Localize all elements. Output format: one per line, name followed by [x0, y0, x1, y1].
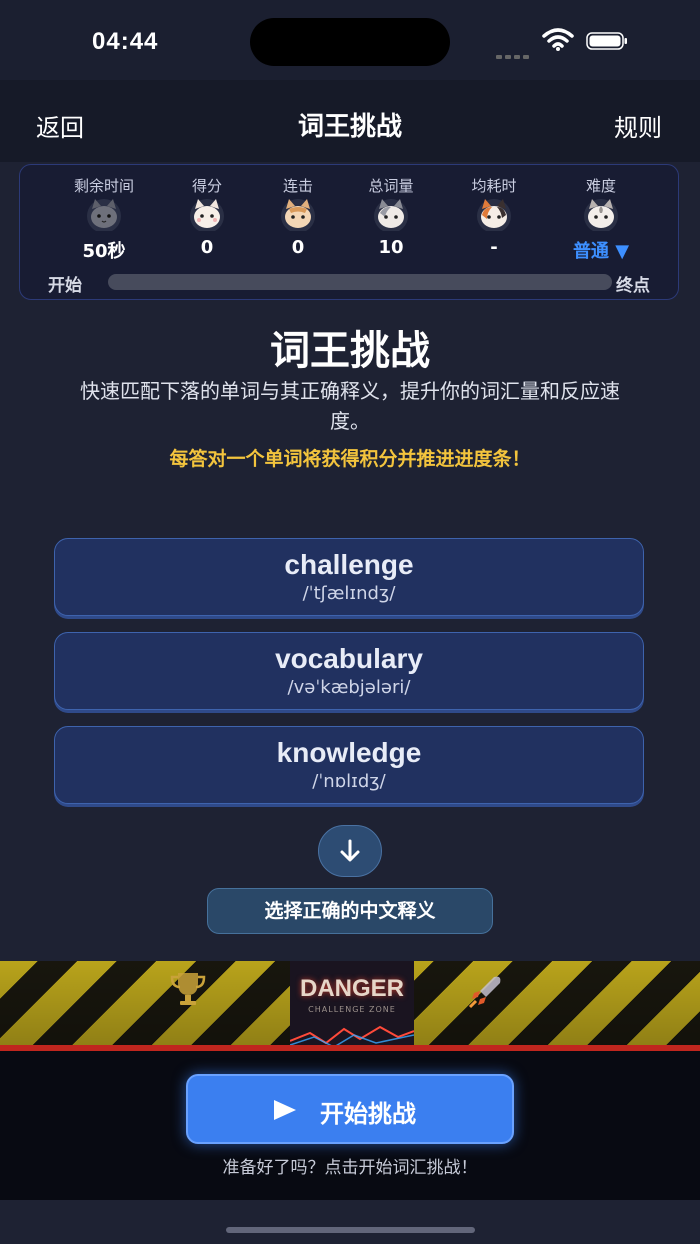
stat-value: 0 — [291, 237, 305, 258]
difficulty-dropdown[interactable]: 普通 ▼ — [551, 237, 651, 263]
stat-combo: 连击 0 — [248, 175, 348, 258]
arrow-down-icon — [340, 839, 360, 862]
dynamic-island — [250, 18, 450, 66]
word-phonetic: /ˈnɒlɪdʒ/ — [312, 771, 386, 792]
word-text: vocabulary — [275, 643, 423, 674]
stat-label: 总词量 — [368, 177, 414, 195]
start-hint: 准备好了吗？点击开始词汇挑战！ — [222, 1158, 478, 1178]
progress-end-label: 终点 — [616, 276, 650, 296]
stat-label: 得分 — [191, 177, 222, 195]
hero-title: 词王挑战 — [270, 328, 430, 374]
stat-label: 难度 — [585, 177, 616, 195]
nav-bar: 返回 词王挑战 规则 — [0, 80, 700, 162]
word-card[interactable]: challenge /ˈtʃælɪndʒ/ — [54, 538, 644, 616]
select-meaning-button[interactable]: 选择正确的中文释义 — [207, 888, 493, 934]
cat-gray-icon — [87, 199, 121, 233]
stat-label: 连击 — [282, 177, 313, 195]
stat-label: 剩余时间 — [73, 177, 134, 195]
word-phonetic: /ˈtʃælɪndʒ/ — [302, 583, 396, 604]
cat-orange-icon — [281, 199, 315, 233]
stat-label: 均耗时 — [471, 177, 517, 195]
word-card[interactable]: vocabulary /vəˈkæbjələri/ — [54, 632, 644, 710]
hero-note: 每答对一个单词将获得积分并推进进度条！ — [169, 448, 531, 470]
status-bar: 04:44 — [0, 0, 700, 80]
battery-icon — [586, 32, 627, 50]
stat-value: 0 — [200, 237, 214, 258]
status-time: 04:44 — [92, 28, 159, 55]
progress-bar — [108, 274, 612, 290]
stat-value: 10 — [378, 237, 404, 258]
home-indicator[interactable] — [226, 1227, 475, 1233]
danger-title: DANGER — [299, 975, 404, 1002]
play-icon — [274, 1100, 296, 1120]
start-button-label: 开始挑战 — [320, 1100, 416, 1128]
danger-center-panel: DANGER CHALLENGE ZONE — [290, 961, 414, 1051]
cellular-signal-icon — [496, 44, 534, 59]
page-title: 词王挑战 — [297, 112, 402, 142]
stat-value: 50秒 — [82, 241, 126, 262]
danger-banner: DANGER CHALLENGE ZONE — [0, 961, 700, 1051]
cat-gray-white-icon — [374, 199, 408, 233]
stat-time-left: 剩余时间 50秒 — [54, 175, 154, 263]
stat-difficulty: 难度 普通 ▼ — [551, 175, 651, 263]
wifi-icon — [542, 28, 574, 51]
start-challenge-button[interactable]: 开始挑战 — [186, 1074, 514, 1144]
stat-value: - — [490, 237, 498, 258]
word-card[interactable]: knowledge /ˈnɒlɪdʒ/ — [54, 726, 644, 804]
stat-avg-time: 均耗时 - — [444, 175, 544, 258]
word-phonetic: /vəˈkæbjələri/ — [287, 677, 411, 698]
word-text: knowledge — [276, 737, 422, 768]
drop-down-button[interactable] — [318, 825, 382, 877]
cat-calico-icon — [477, 199, 511, 233]
home-indicator-area — [0, 1200, 700, 1244]
word-text: challenge — [284, 549, 414, 580]
stat-score: 得分 0 — [157, 175, 257, 258]
cat-white-gray-icon — [584, 199, 618, 233]
hero-description: 快速匹配下落的单词与其正确释义，提升你的词汇量和反应速度。 — [80, 379, 620, 433]
rules-button[interactable]: 规则 — [614, 108, 662, 143]
trophy-icon — [170, 973, 206, 1005]
stats-panel: 剩余时间 50秒 得分 0 连击 0 总词量 10 均耗时 - 难度 普通 ▼ … — [19, 164, 679, 300]
progress-start-label: 开始 — [48, 276, 82, 296]
stat-total-words: 总词量 10 — [341, 175, 441, 258]
bottom-panel: 开始挑战 准备好了吗？点击开始词汇挑战！ — [0, 1051, 700, 1200]
cat-white-icon — [190, 199, 224, 233]
rocket-icon — [468, 976, 501, 1009]
